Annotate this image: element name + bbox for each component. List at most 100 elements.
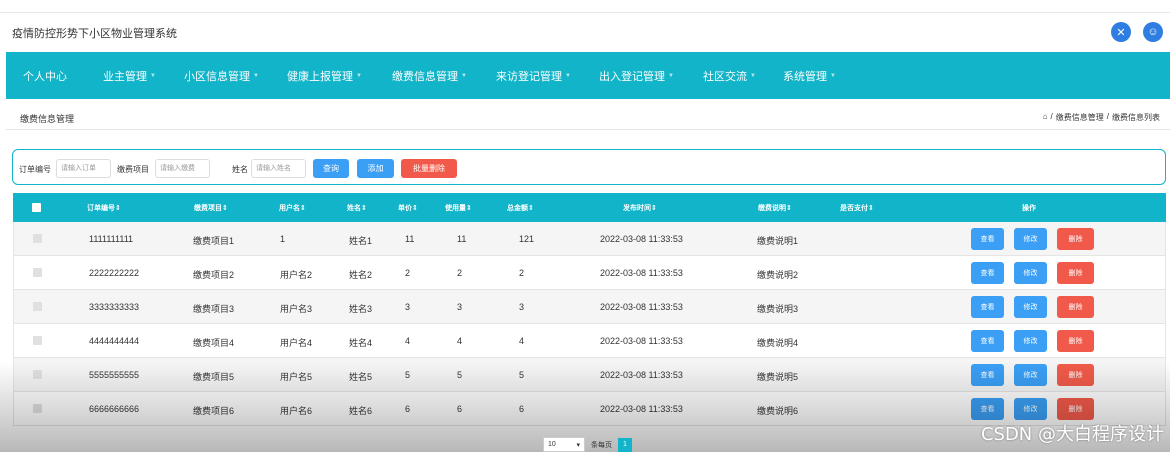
cell-desc: 缴费说明3 (757, 304, 799, 314)
view-button[interactable]: 查看 (971, 330, 1004, 352)
user-icon[interactable]: ☺ (1143, 22, 1163, 42)
breadcrumb-item[interactable]: 缴费信息管理 (1056, 112, 1104, 123)
sort-icon: ⇕ (466, 205, 472, 212)
cell-item: 缴费项目5 (193, 372, 235, 382)
nav-item[interactable]: 系统管理 ▼ (783, 52, 836, 99)
order-input[interactable]: 请输入订单 (56, 159, 111, 178)
delete-button[interactable]: 删除 (1057, 296, 1094, 318)
cell-total: 5 (519, 370, 525, 380)
chevron-down-icon: ▼ (830, 72, 836, 79)
cell-price: 6 (405, 404, 411, 414)
cell-total: 3 (519, 302, 525, 312)
cell-usage: 6 (457, 404, 463, 414)
column-header[interactable]: 单价⇕ (398, 203, 418, 213)
nav-item[interactable]: 健康上报管理 ▼ (287, 52, 362, 99)
nav-item[interactable]: 缴费信息管理 ▼ (392, 52, 467, 99)
query-button[interactable]: 查询 (313, 159, 349, 178)
column-header[interactable]: 使用量⇕ (445, 203, 472, 213)
cell-name: 姓名3 (349, 304, 373, 314)
cell-usage: 5 (457, 370, 463, 380)
main-nav: 个人中心 业主管理 ▼ 小区信息管理 ▼ 健康上报管理 ▼ 缴费信息管理 ▼ 来访登记管理 ▼ 出入登… (6, 52, 1170, 99)
page-number[interactable]: 1 (618, 437, 632, 452)
nav-item[interactable]: 来访登记管理 ▼ (496, 52, 571, 99)
cell-user: 用户名4 (280, 338, 313, 348)
delete-button[interactable]: 删除 (1057, 364, 1094, 386)
cell-item: 缴费项目3 (193, 304, 235, 314)
name-input[interactable]: 请输入姓名 (251, 159, 306, 178)
column-header[interactable]: 缴费说明⇕ (758, 203, 792, 213)
edit-button[interactable]: 修改 (1014, 364, 1047, 386)
cell-price: 3 (405, 302, 411, 312)
nav-item[interactable]: 业主管理 ▼ (103, 52, 156, 99)
cell-name: 姓名5 (349, 372, 373, 382)
row-checkbox[interactable] (33, 404, 42, 413)
page-size-select[interactable]: 10 ▾ (543, 437, 585, 452)
cell-name: 姓名1 (349, 236, 373, 246)
sort-icon: ⇕ (300, 205, 306, 212)
batch-delete-button[interactable]: 批量删除 (401, 159, 457, 178)
view-button[interactable]: 查看 (971, 262, 1004, 284)
edit-button[interactable]: 修改 (1014, 330, 1047, 352)
delete-button[interactable]: 删除 (1057, 330, 1094, 352)
edit-button[interactable]: 修改 (1014, 398, 1047, 420)
app-title: 疫情防控形势下小区物业管理系统 (12, 28, 177, 40)
delete-button[interactable]: 删除 (1057, 398, 1094, 420)
cell-name: 姓名6 (349, 406, 373, 416)
row-checkbox[interactable] (33, 302, 42, 311)
edit-button[interactable]: 修改 (1014, 228, 1047, 250)
nav-item[interactable]: 社区交流 ▼ (703, 52, 756, 99)
column-header: 操作 (1022, 205, 1036, 212)
cell-time: 2022-03-08 11:33:53 (600, 234, 683, 244)
cell-usage: 3 (457, 302, 463, 312)
sort-icon: ⇕ (412, 205, 418, 212)
select-all-checkbox[interactable] (32, 203, 41, 212)
nav-item[interactable]: 出入登记管理 ▼ (599, 52, 674, 99)
sort-icon: ⇕ (361, 205, 367, 212)
view-button[interactable]: 查看 (971, 296, 1004, 318)
table-header: 订单编号⇕ 缴费项目⇕ 用户名⇕ 姓名⇕ 单价⇕ 使用量⇕ 总金额⇕ 发布时间⇕ 缴费说明⇕ 是否… (13, 193, 1166, 222)
cell-usage: 11 (457, 234, 467, 244)
view-button[interactable]: 查看 (971, 228, 1004, 250)
sort-icon: ⇕ (115, 205, 121, 212)
cell-user: 用户名3 (280, 304, 313, 314)
cell-total: 121 (519, 234, 535, 244)
cell-order: 5555555555 (89, 370, 140, 380)
row-checkbox[interactable] (33, 370, 42, 379)
delete-button[interactable]: 删除 (1057, 262, 1094, 284)
table-row: 4444444444 缴费项目4 用户名4 姓名4 4 4 4 2022-03-08 11:3… (13, 324, 1166, 358)
column-header[interactable]: 是否支付⇕ (840, 203, 874, 213)
cell-total: 4 (519, 336, 525, 346)
column-header[interactable]: 总金额⇕ (507, 203, 534, 213)
row-checkbox[interactable] (33, 336, 42, 345)
sort-icon: ⇕ (528, 205, 534, 212)
view-button[interactable]: 查看 (971, 364, 1004, 386)
order-label: 订单编号 (19, 165, 51, 174)
edit-button[interactable]: 修改 (1014, 296, 1047, 318)
per-page-label: 条每页 (591, 441, 612, 449)
item-input[interactable]: 请输入缴费 (155, 159, 210, 178)
add-button[interactable]: 添加 (357, 159, 394, 178)
column-header[interactable]: 缴费项目⇕ (194, 203, 228, 213)
shuffle-icon[interactable]: ✕ (1111, 22, 1131, 42)
view-button[interactable]: 查看 (971, 398, 1004, 420)
nav-item[interactable]: 个人中心 (23, 52, 67, 99)
column-header[interactable]: 姓名⇕ (347, 203, 367, 213)
home-icon[interactable]: ⌂ (1043, 112, 1048, 123)
row-checkbox[interactable] (33, 268, 42, 277)
cell-time: 2022-03-08 11:33:53 (600, 268, 683, 278)
nav-item[interactable]: 小区信息管理 ▼ (184, 52, 259, 99)
table-row: 5555555555 缴费项目5 用户名5 姓名5 5 5 5 2022-03-08 11:3… (13, 358, 1166, 392)
breadcrumb-bar: 缴费信息管理 ⌂ / 缴费信息管理 / 缴费信息列表 (6, 103, 1170, 130)
cell-time: 2022-03-08 11:33:53 (600, 302, 683, 312)
delete-button[interactable]: 删除 (1057, 228, 1094, 250)
column-header[interactable]: 用户名⇕ (279, 203, 306, 213)
column-header[interactable]: 订单编号⇕ (87, 203, 121, 213)
cell-user: 用户名2 (280, 270, 313, 280)
row-checkbox[interactable] (33, 234, 42, 243)
cell-item: 缴费项目6 (193, 406, 235, 416)
edit-button[interactable]: 修改 (1014, 262, 1047, 284)
cell-price: 2 (405, 268, 411, 278)
cell-desc: 缴费说明1 (757, 236, 799, 246)
cell-usage: 4 (457, 336, 463, 346)
column-header[interactable]: 发布时间⇕ (623, 203, 657, 213)
